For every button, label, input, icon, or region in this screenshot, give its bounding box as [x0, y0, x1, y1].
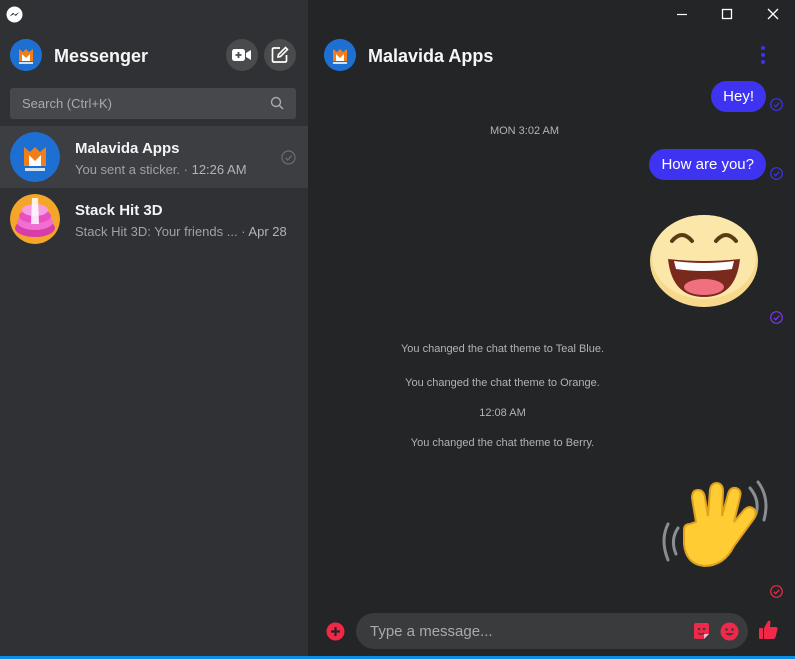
profile-avatar[interactable]: [10, 39, 42, 71]
conversation-item-stack-hit-3d[interactable]: Stack Hit 3D Stack Hit 3D: Your friends …: [0, 188, 308, 250]
system-message: You changed the chat theme to Berry.: [410, 437, 595, 449]
malavida-logo-icon: [10, 39, 42, 71]
preview-text: Stack Hit 3D: Your friends ...: [75, 224, 238, 239]
malavida-logo-icon: [324, 39, 356, 71]
chat-title: Malavida Apps: [368, 46, 494, 66]
maximize-button[interactable]: [716, 3, 738, 25]
chat-avatar[interactable]: [324, 39, 356, 71]
read-check-icon: [770, 585, 783, 598]
search-box: [10, 88, 296, 119]
sidebar-header: Messenger: [0, 36, 308, 76]
minimize-icon: [677, 13, 687, 16]
video-call-icon: [232, 49, 251, 61]
app-title: Messenger: [54, 46, 149, 66]
message-timestamp: MON 3:02 AM: [489, 125, 560, 137]
outgoing-message[interactable]: Hey!: [711, 81, 766, 112]
conversation-avatar: [10, 194, 60, 244]
message-timestamp: 12:08 AM: [479, 407, 526, 419]
waving-hand-sticker[interactable]: [660, 480, 770, 576]
preview-time: 12:26 AM: [191, 162, 247, 177]
malavida-logo-icon: [10, 132, 60, 182]
outgoing-message[interactable]: How are you?: [649, 149, 766, 180]
conversation-preview: Stack Hit 3D: Your friends ... · Apr 28: [75, 224, 287, 239]
conversation-name: Malavida Apps: [75, 140, 180, 157]
stack-hit-game-icon: [10, 194, 60, 244]
conversation-avatar: [10, 132, 60, 182]
conversation-preview: You sent a sticker. · 12:26 AM: [75, 162, 247, 177]
search-icon: [270, 96, 284, 110]
conversation-sidebar: Messenger Search (Ctrl+K) Malavida Apps …: [0, 0, 308, 659]
conversation-item-malavida-apps[interactable]: Malavida Apps You sent a sticker. · 12:2…: [0, 126, 308, 188]
chat-panel: Malavida Apps Hey! MON 3:02 AM How are y…: [308, 0, 795, 659]
preview-time: Apr 28: [248, 224, 287, 239]
laughing-face-sticker[interactable]: [646, 209, 762, 309]
maximize-icon: [721, 8, 733, 20]
read-check-icon: [770, 98, 783, 111]
add-icon[interactable]: [326, 622, 345, 641]
compose-icon: [271, 46, 289, 63]
minimize-button[interactable]: [671, 3, 693, 25]
thumbs-up-icon[interactable]: [758, 619, 779, 640]
sticker-icon[interactable]: [692, 622, 711, 641]
more-options-icon[interactable]: [756, 42, 770, 68]
messenger-app-icon: [6, 6, 23, 23]
message-box: [356, 613, 748, 649]
read-check-icon: [770, 167, 783, 180]
preview-text: You sent a sticker.: [75, 162, 181, 177]
close-icon: [767, 8, 779, 20]
emoji-icon[interactable]: [720, 622, 739, 641]
conversation-name: Stack Hit 3D: [75, 202, 163, 219]
read-check-icon: [281, 150, 296, 165]
close-button[interactable]: [762, 3, 784, 25]
search-input[interactable]: [10, 88, 296, 119]
new-message-button[interactable]: [264, 39, 296, 71]
message-composer: [308, 608, 795, 656]
system-message: You changed the chat theme to Orange.: [405, 377, 600, 389]
read-check-icon: [770, 311, 783, 324]
video-call-button[interactable]: [226, 39, 258, 71]
message-input[interactable]: [356, 613, 676, 649]
system-message: You changed the chat theme to Teal Blue.: [400, 343, 605, 355]
